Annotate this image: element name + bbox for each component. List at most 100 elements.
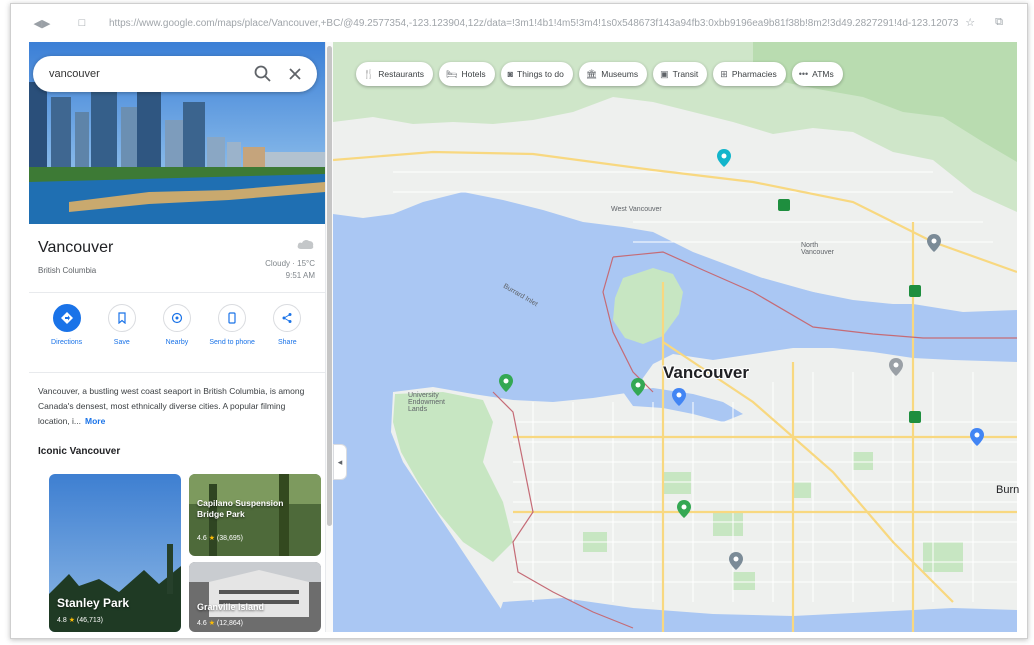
search-icon[interactable] xyxy=(253,64,273,84)
place-description: Vancouver, a bustling west coast seaport… xyxy=(38,384,308,429)
bookmark-icon xyxy=(118,312,126,324)
save-button[interactable]: Save xyxy=(99,304,145,347)
chip-restaurants[interactable]: 🍴 Restaurants xyxy=(356,62,434,86)
more-icon: ••• xyxy=(798,69,809,79)
chip-label: Pharmacies xyxy=(731,69,777,79)
place-subtitle: British Columbia xyxy=(38,266,97,275)
chip-atms[interactable]: ••• ATMs xyxy=(791,62,843,86)
weather-info: Cloudy · 15°C 9:51 AM xyxy=(265,238,315,282)
museum-icon: 🏛 xyxy=(585,68,598,79)
city-pin-icon[interactable] xyxy=(672,388,686,406)
hotel-icon: 🛏 xyxy=(446,68,458,79)
map-canvas[interactable] xyxy=(333,42,1017,632)
share-icon xyxy=(282,313,292,323)
star-icon: ★ xyxy=(208,535,215,542)
chip-label: Restaurants xyxy=(378,69,425,79)
chip-hotels[interactable]: 🛏 Hotels xyxy=(439,62,495,86)
phone-icon xyxy=(228,312,236,324)
collapse-panel-button[interactable]: ◂ xyxy=(333,444,347,480)
rating-value: 4.6 xyxy=(197,535,207,542)
extensions-icon[interactable]: ⧉ xyxy=(995,16,1003,29)
iconic-card-capilano[interactable]: Capilano Suspension Bridge Park 4.6 ★ (3… xyxy=(189,474,321,556)
card-rating: 4.6 ★ (38,695) xyxy=(197,534,243,542)
action-label: Directions xyxy=(51,339,83,346)
map-pin-icon[interactable] xyxy=(970,428,984,446)
chip-label: Hotels xyxy=(461,69,486,79)
chip-pharmacies[interactable]: ⊞ Pharmacies xyxy=(713,62,786,86)
star-icon[interactable]: ☆ xyxy=(965,16,975,29)
action-buttons: Directions Save Nearby Send to phone Sha… xyxy=(29,304,325,347)
park-pin-icon[interactable] xyxy=(677,500,691,518)
iconic-section-title: Iconic Vancouver xyxy=(38,446,121,457)
browser-window: ◀▶ □ https://www.google.com/maps/place/V… xyxy=(10,3,1028,639)
card-rating: 4.6 ★ (12,864) xyxy=(197,619,243,627)
star-icon: ★ xyxy=(208,620,215,627)
map-pin-icon[interactable] xyxy=(889,358,903,376)
map-label-university: University Endowment Lands xyxy=(408,392,445,413)
star-icon: ★ xyxy=(68,617,75,624)
more-link[interactable]: More xyxy=(85,416,105,426)
map-city-label[interactable]: Vancouver xyxy=(663,363,749,383)
card-rating: 4.8 ★ (46,713) xyxy=(57,616,103,624)
chip-label: ATMs xyxy=(812,69,834,79)
weather-time: 9:51 AM xyxy=(285,271,315,280)
map-label-burnaby: Burn xyxy=(996,484,1020,496)
transit-station-icon[interactable] xyxy=(778,199,790,211)
weather-condition: Cloudy · 15°C xyxy=(265,259,315,268)
directions-button[interactable]: Directions xyxy=(44,304,90,347)
chip-label: Transit xyxy=(672,69,699,79)
transit-station-icon[interactable] xyxy=(909,411,921,423)
chip-label: Museums xyxy=(601,69,639,79)
place-panel: vancouver Vancouver British Columbia Clo… xyxy=(29,42,325,632)
send-to-phone-button[interactable]: Send to phone xyxy=(209,304,255,347)
back-icon[interactable]: ◀▶ xyxy=(33,17,51,30)
panel-scrollbar[interactable] xyxy=(325,42,333,632)
description-text: Vancouver, a bustling west coast seaport… xyxy=(38,386,305,426)
card-title: Granville Island xyxy=(197,602,265,612)
action-label: Send to phone xyxy=(209,339,255,346)
rating-value: 4.8 xyxy=(57,617,67,624)
action-label: Save xyxy=(113,339,130,346)
action-label: Share xyxy=(278,339,297,346)
map-pin-icon[interactable] xyxy=(717,149,731,167)
category-chips: 🍴 Restaurants 🛏 Hotels ◙ Things to do 🏛 Muse… xyxy=(356,62,843,86)
place-hero-photo[interactable]: vancouver xyxy=(29,42,325,224)
chip-label: Things to do xyxy=(517,69,564,79)
park-pin-icon[interactable] xyxy=(631,378,645,396)
map-pin-icon[interactable] xyxy=(729,552,743,570)
iconic-card-stanley-park[interactable]: Stanley Park 4.8 ★ (46,713) xyxy=(49,474,181,632)
nearby-icon xyxy=(171,312,183,324)
action-label: Nearby xyxy=(165,339,189,346)
close-icon[interactable] xyxy=(287,66,303,82)
camera-icon: ◙ xyxy=(507,69,514,79)
rating-value: 4.6 xyxy=(197,620,207,627)
divider xyxy=(29,292,325,293)
card-title: Stanley Park xyxy=(57,596,130,610)
cloud-icon xyxy=(297,239,314,249)
map-pin-icon[interactable] xyxy=(927,234,941,252)
chip-transit[interactable]: ▣ Transit xyxy=(653,62,708,86)
search-input[interactable]: vancouver xyxy=(33,68,253,80)
iconic-card-granville-island[interactable]: Granville Island 4.6 ★ (12,864) xyxy=(189,562,321,632)
scrollbar-thumb[interactable] xyxy=(327,46,332,526)
card-title: Capilano Suspension Bridge Park xyxy=(197,498,284,519)
restaurant-icon: 🍴 xyxy=(363,68,375,79)
map-label-north-vancouver: North Vancouver xyxy=(801,242,834,256)
park-pin-icon[interactable] xyxy=(499,374,513,392)
transit-station-icon[interactable] xyxy=(909,285,921,297)
nearby-button[interactable]: Nearby xyxy=(154,304,200,347)
map-image xyxy=(333,42,1017,632)
review-count: (12,864) xyxy=(216,620,243,627)
chevron-left-icon: ◂ xyxy=(337,456,343,467)
chip-museums[interactable]: 🏛 Museums xyxy=(578,62,648,86)
page-icon: □ xyxy=(78,17,86,29)
chip-things-to-do[interactable]: ◙ Things to do xyxy=(500,62,573,86)
review-count: (46,713) xyxy=(76,617,103,624)
address-bar[interactable]: ◀▶ □ https://www.google.com/maps/place/V… xyxy=(11,4,1027,42)
map-label-west-vancouver: West Vancouver xyxy=(611,206,662,213)
url-text[interactable]: https://www.google.com/maps/place/Vancou… xyxy=(109,18,959,29)
review-count: (38,695) xyxy=(216,535,243,542)
share-button[interactable]: Share xyxy=(264,304,310,347)
transit-icon: ▣ xyxy=(660,68,669,79)
search-box[interactable]: vancouver xyxy=(33,56,317,92)
